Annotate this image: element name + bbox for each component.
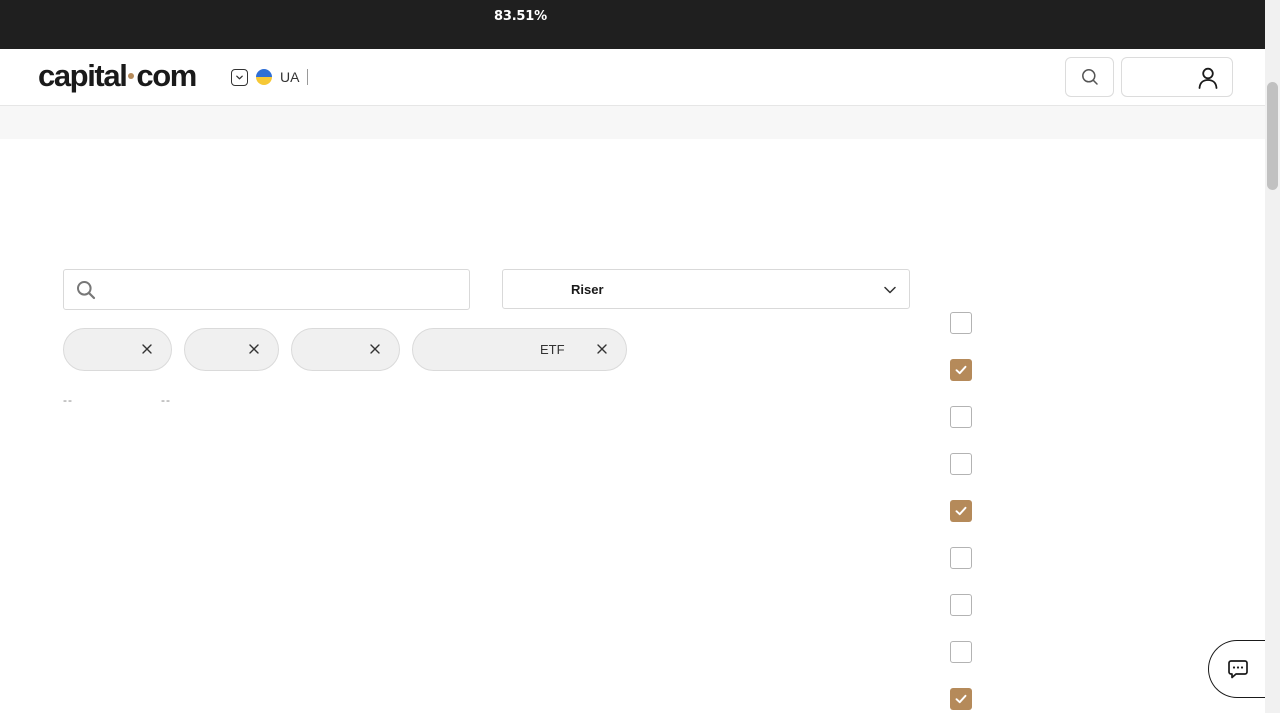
placeholder-value: -- (63, 393, 73, 407)
breadcrumb-band (0, 106, 1265, 139)
chat-icon (1227, 660, 1248, 679)
filter-checkbox[interactable] (950, 406, 972, 428)
placeholder-value: -- (161, 393, 171, 407)
close-icon[interactable] (369, 343, 381, 355)
check-icon (955, 506, 967, 516)
region-divider (307, 69, 309, 85)
sort-dropdown[interactable]: Riser (502, 269, 910, 309)
filter-checkbox[interactable] (950, 594, 972, 616)
market-search-field[interactable] (63, 269, 470, 310)
filter-chip[interactable] (63, 328, 172, 371)
filter-chip-label: ETF (540, 342, 565, 357)
search-icon (1081, 69, 1098, 85)
close-icon[interactable] (596, 343, 608, 355)
header-search-button[interactable] (1065, 57, 1114, 97)
check-icon (955, 694, 967, 704)
filter-checkbox[interactable] (950, 688, 972, 710)
region-code: UA (280, 69, 300, 85)
chevron-down-icon[interactable] (231, 68, 248, 86)
page: 83.51% capital com UA Riser ETF -- -- (0, 0, 1265, 713)
chevron-down-icon (884, 286, 896, 294)
filter-checkbox[interactable] (950, 453, 972, 475)
filter-chip-etf[interactable]: ETF (412, 328, 627, 371)
region-selector[interactable]: UA (231, 68, 309, 86)
user-icon (1198, 67, 1218, 89)
ukraine-flag-icon (256, 69, 272, 85)
site-header: capital com UA (0, 49, 1265, 106)
filter-checkbox[interactable] (950, 641, 972, 663)
capital-com-logo[interactable]: capital com (38, 58, 197, 94)
banner-percentage: 83.51% (494, 9, 547, 24)
scrollbar-thumb[interactable] (1267, 82, 1278, 190)
chat-button[interactable] (1208, 640, 1265, 698)
filter-checkbox[interactable] (950, 312, 972, 334)
market-search-input[interactable] (106, 270, 461, 309)
close-icon[interactable] (141, 343, 153, 355)
logo-text-left: capital (38, 58, 128, 93)
filter-checkbox[interactable] (950, 359, 972, 381)
top-banner: 83.51% (0, 0, 1265, 49)
check-icon (955, 365, 967, 375)
filter-chip[interactable] (291, 328, 400, 371)
filter-checkbox[interactable] (950, 500, 972, 522)
page-scrollbar[interactable] (1265, 0, 1280, 713)
search-icon (77, 281, 96, 300)
close-icon[interactable] (248, 343, 260, 355)
logo-dot (128, 72, 135, 79)
account-button[interactable] (1121, 57, 1233, 97)
logo-text-right: com (136, 58, 197, 93)
sort-selected-value: Riser (571, 282, 604, 297)
filter-checkbox[interactable] (950, 547, 972, 569)
filter-chip[interactable] (184, 328, 279, 371)
